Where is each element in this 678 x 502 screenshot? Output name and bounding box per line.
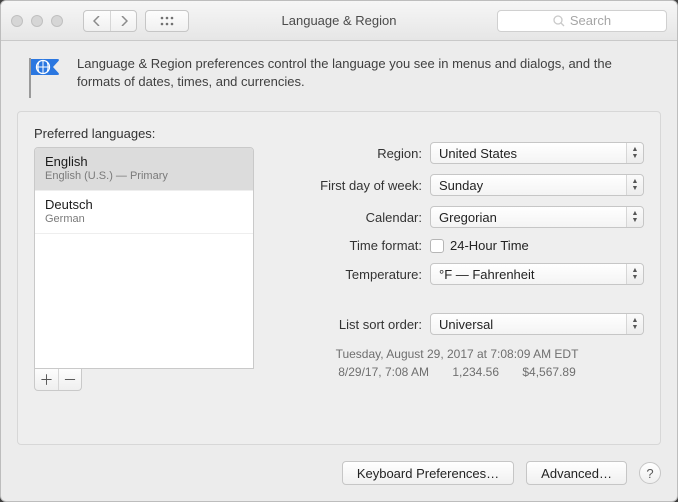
add-remove-buttons: ＋ － bbox=[34, 369, 82, 391]
region-settings-column: Region: United States ▲▼ First day of we… bbox=[270, 126, 644, 430]
language-subtitle: German bbox=[45, 213, 243, 227]
back-button[interactable] bbox=[84, 11, 110, 31]
first-day-value: Sunday bbox=[439, 178, 483, 193]
footer: Keyboard Preferences… Advanced… ? bbox=[1, 461, 677, 501]
preferred-languages-label: Preferred languages: bbox=[34, 126, 254, 141]
language-item-english[interactable]: English English (U.S.) — Primary bbox=[35, 148, 253, 191]
format-preview-long: Tuesday, August 29, 2017 at 7:08:09 AM E… bbox=[270, 345, 644, 363]
language-item-deutsch[interactable]: Deutsch German bbox=[35, 191, 253, 234]
calendar-label: Calendar: bbox=[270, 210, 430, 225]
remove-language-button[interactable]: － bbox=[58, 369, 81, 390]
list-sort-label: List sort order: bbox=[270, 317, 430, 332]
first-day-label: First day of week: bbox=[270, 178, 430, 193]
stepper-icon: ▲▼ bbox=[626, 143, 643, 163]
preferred-languages-column: Preferred languages: English English (U.… bbox=[34, 126, 254, 430]
window-controls bbox=[11, 15, 63, 27]
add-language-button[interactable]: ＋ bbox=[35, 369, 58, 390]
stepper-icon: ▲▼ bbox=[626, 314, 643, 334]
region-label: Region: bbox=[270, 146, 430, 161]
description-text: Language & Region preferences control th… bbox=[77, 55, 655, 99]
globe-flag-icon bbox=[23, 55, 63, 99]
first-day-select[interactable]: Sunday ▲▼ bbox=[430, 174, 644, 196]
24-hour-checkbox[interactable] bbox=[430, 239, 444, 253]
stepper-icon: ▲▼ bbox=[626, 207, 643, 227]
language-region-window: Language & Region Search Language & Regi… bbox=[0, 0, 678, 502]
24-hour-label: 24-Hour Time bbox=[450, 238, 529, 253]
region-value: United States bbox=[439, 146, 517, 161]
language-name: Deutsch bbox=[45, 197, 243, 213]
format-preview: Tuesday, August 29, 2017 at 7:08:09 AM E… bbox=[270, 345, 644, 381]
keyboard-preferences-label: Keyboard Preferences… bbox=[357, 466, 499, 481]
close-window-button[interactable] bbox=[11, 15, 23, 27]
list-sort-value: Universal bbox=[439, 317, 493, 332]
temperature-label: Temperature: bbox=[270, 267, 430, 282]
advanced-label: Advanced… bbox=[541, 466, 612, 481]
titlebar: Language & Region Search bbox=[1, 1, 677, 41]
search-field[interactable]: Search bbox=[497, 10, 667, 32]
format-preview-shortdate: 8/29/17, 7:08 AM bbox=[338, 365, 429, 379]
stepper-icon: ▲▼ bbox=[626, 264, 643, 284]
description-row: Language & Region preferences control th… bbox=[1, 41, 677, 111]
forward-button[interactable] bbox=[110, 11, 136, 31]
calendar-value: Gregorian bbox=[439, 210, 497, 225]
keyboard-preferences-button[interactable]: Keyboard Preferences… bbox=[342, 461, 514, 485]
show-all-button[interactable] bbox=[145, 10, 189, 32]
list-sort-select[interactable]: Universal ▲▼ bbox=[430, 313, 644, 335]
calendar-select[interactable]: Gregorian ▲▼ bbox=[430, 206, 644, 228]
temperature-select[interactable]: °F — Fahrenheit ▲▼ bbox=[430, 263, 644, 285]
time-format-label: Time format: bbox=[270, 238, 430, 253]
language-subtitle: English (U.S.) — Primary bbox=[45, 170, 243, 184]
search-placeholder: Search bbox=[570, 13, 611, 28]
minimize-window-button[interactable] bbox=[31, 15, 43, 27]
language-name: English bbox=[45, 154, 243, 170]
format-preview-number: 1,234.56 bbox=[452, 365, 499, 379]
format-preview-currency: $4,567.89 bbox=[522, 365, 575, 379]
stepper-icon: ▲▼ bbox=[626, 175, 643, 195]
preferred-languages-list[interactable]: English English (U.S.) — Primary Deutsch… bbox=[34, 147, 254, 369]
region-select[interactable]: United States ▲▼ bbox=[430, 142, 644, 164]
format-preview-short: 8/29/17, 7:08 AM 1,234.56 $4,567.89 bbox=[270, 363, 644, 381]
advanced-button[interactable]: Advanced… bbox=[526, 461, 627, 485]
temperature-value: °F — Fahrenheit bbox=[439, 267, 535, 282]
settings-panel: Preferred languages: English English (U.… bbox=[17, 111, 661, 445]
nav-back-forward bbox=[83, 10, 137, 32]
help-button[interactable]: ? bbox=[639, 462, 661, 484]
search-icon bbox=[553, 15, 565, 27]
zoom-window-button[interactable] bbox=[51, 15, 63, 27]
